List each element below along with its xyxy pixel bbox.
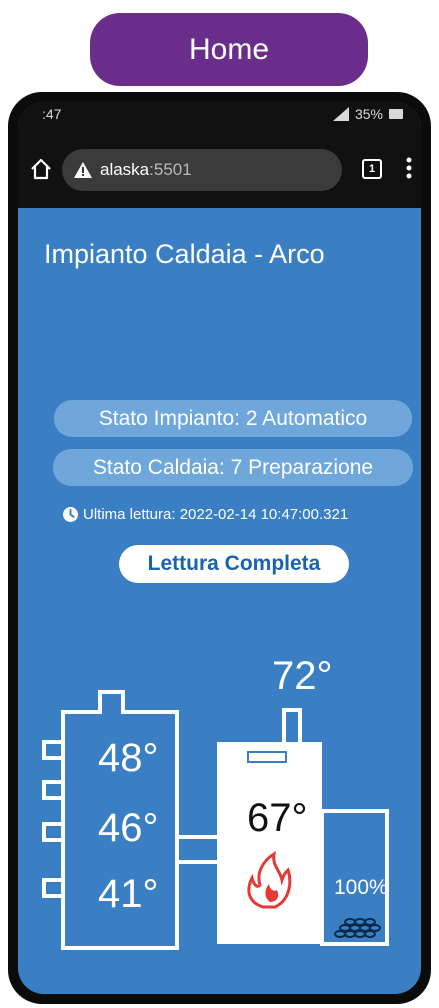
plant-diagram [42, 690, 389, 950]
tank-bottom-temp: 41° [98, 872, 159, 916]
flue-temp-value: 72° [272, 654, 333, 698]
home-button[interactable]: Home [90, 13, 368, 86]
phone-screen: :47 35% alaska:5501 1 Impianto Caldaia … [18, 102, 421, 994]
boiler-body [217, 742, 322, 944]
chimney [282, 708, 302, 742]
phone-frame: :47 35% alaska:5501 1 Impianto Caldaia … [8, 92, 431, 1004]
tank-connector-bottom [42, 878, 63, 898]
tank-top-temp: 48° [98, 736, 159, 780]
tank-mid-temp: 46° [98, 806, 159, 850]
pellet-icon [334, 918, 381, 938]
boiler-temp-value: 67° [247, 796, 308, 840]
pellet-level-value: 100% [334, 876, 388, 899]
tank-connector-top [42, 740, 63, 760]
tank-connector-mid [42, 780, 63, 800]
tank-connector-low [42, 822, 63, 842]
